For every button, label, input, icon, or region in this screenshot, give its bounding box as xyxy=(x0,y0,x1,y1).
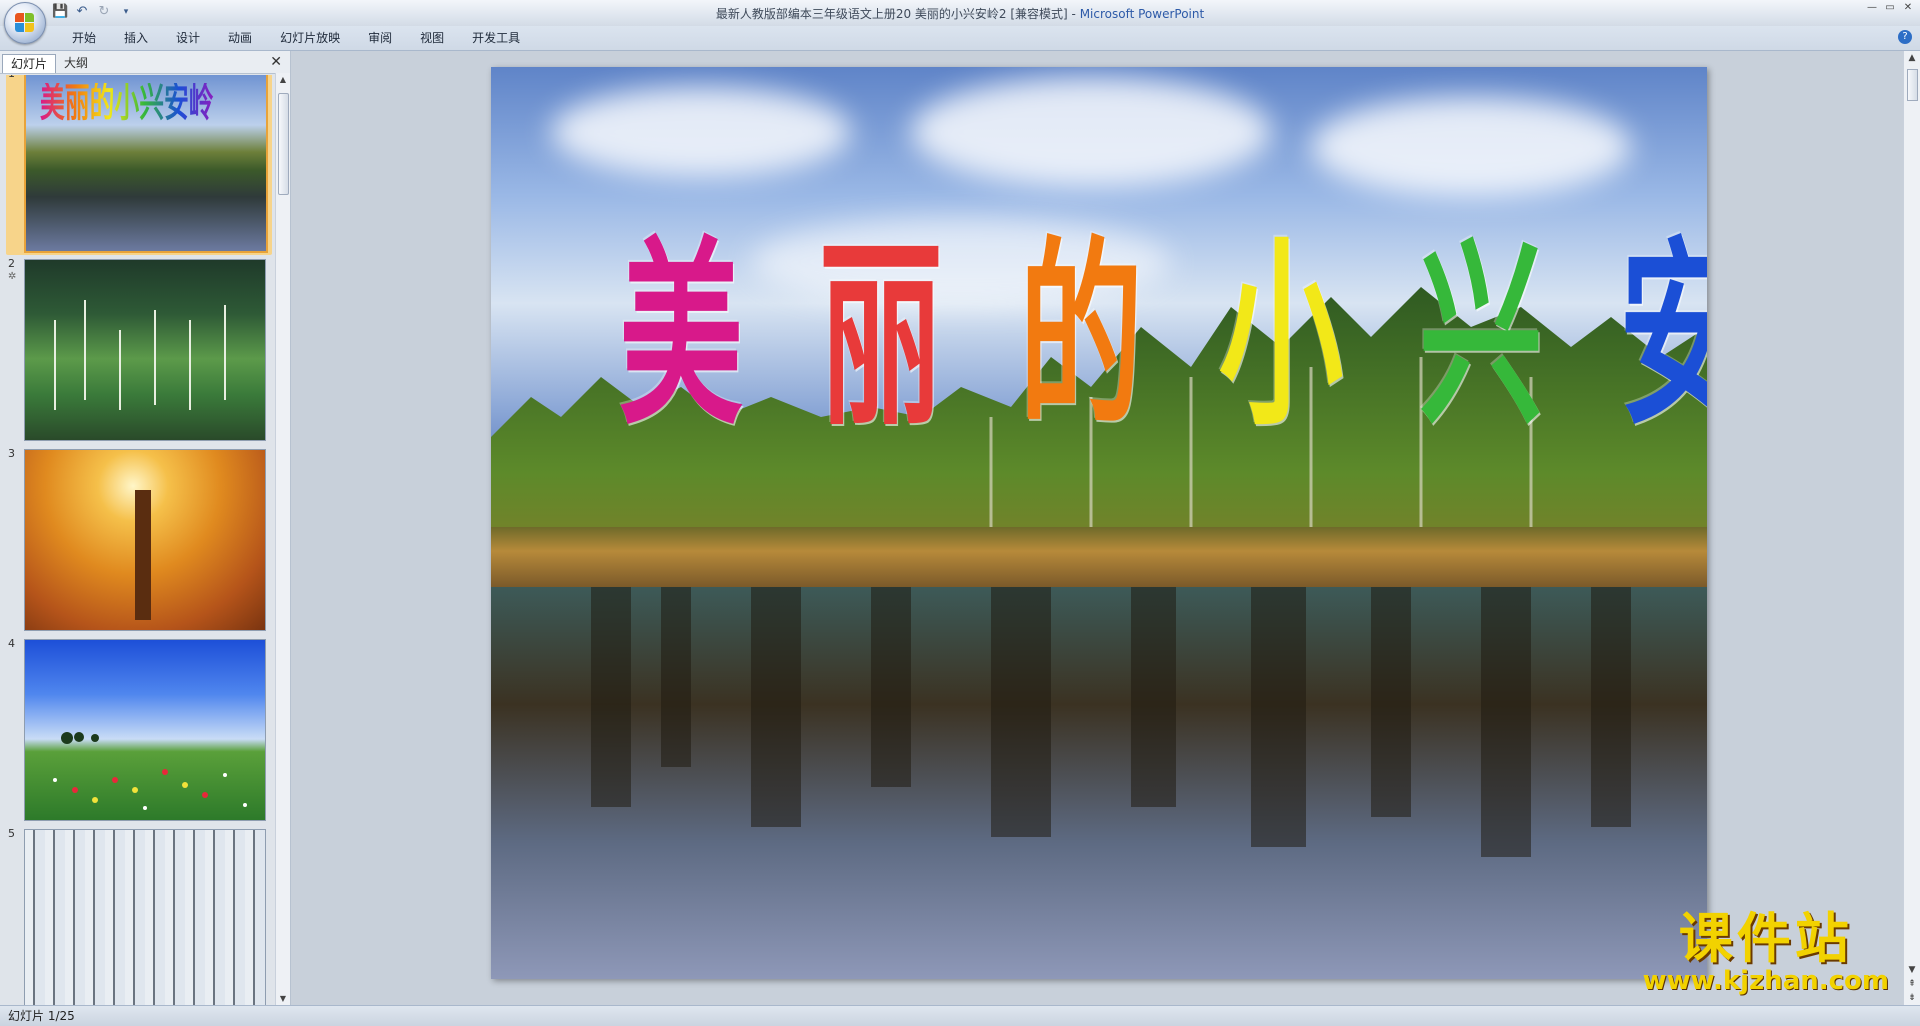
water-reflection xyxy=(591,587,1631,857)
lake-shore xyxy=(491,527,1707,587)
watermark-brand: 课件站 xyxy=(1678,907,1853,970)
slide-panel: 幻灯片 大纲 ✕ 1 美丽的小兴安岭 2 ✲ xyxy=(0,51,291,1005)
watermark-logo: 课件站 www.kjzhan.com xyxy=(1642,907,1889,996)
next-slide-icon[interactable]: ⇟ xyxy=(1904,993,1920,1003)
window-title: 最新人教版部编本三年级语文上册20 美丽的小兴安岭2 [兼容模式] - Micr… xyxy=(0,5,1920,22)
slide-number: 5 xyxy=(8,827,15,840)
ribbon-tabs: 开始 插入 设计 动画 幻灯片放映 审阅 视图 开发工具 xyxy=(58,30,534,46)
app-name: Microsoft PowerPoint xyxy=(1079,7,1205,21)
thumbnail-list: 1 美丽的小兴安岭 2 ✲ 3 xyxy=(0,75,276,1005)
status-bar: 幻灯片 1/25 xyxy=(0,1005,1920,1026)
tab-review[interactable]: 审阅 xyxy=(354,30,406,46)
thumbnail-slide-3[interactable]: 3 xyxy=(6,447,272,635)
title-char: 小 xyxy=(1219,220,1344,453)
tree-trunk xyxy=(135,490,151,620)
office-logo-icon xyxy=(15,13,35,33)
panel-scrollbar[interactable]: ▲ ▼ xyxy=(275,73,290,1005)
tab-outline[interactable]: 大纲 xyxy=(56,54,96,72)
title-char: 的 xyxy=(1019,220,1144,453)
thumbnail-image: 美丽的小兴安岭 xyxy=(24,75,268,253)
watermark-url: www.kjzhan.com xyxy=(1642,966,1889,996)
window-controls: — ▭ ✕ xyxy=(1864,2,1916,14)
flower-field-illustration xyxy=(53,732,247,810)
office-button[interactable] xyxy=(4,2,46,44)
tab-slides[interactable]: 幻灯片 xyxy=(2,54,57,73)
cloud-shape xyxy=(551,87,851,177)
slide-number: 4 xyxy=(8,637,15,650)
thumbnail-image xyxy=(24,829,266,1005)
thumbnail-image xyxy=(24,259,266,441)
minimize-icon[interactable]: — xyxy=(1864,2,1880,14)
scroll-down-icon[interactable]: ▼ xyxy=(276,994,290,1003)
title-separator: - xyxy=(1067,7,1080,21)
thumbnail-slide-4[interactable]: 4 xyxy=(6,637,272,825)
slide-number: 3 xyxy=(8,447,15,460)
title-char: 美 xyxy=(619,220,744,453)
thumbnail-title: 美丽的小兴安岭 xyxy=(40,80,214,126)
thumbnail-slide-2[interactable]: 2 ✲ xyxy=(6,257,272,445)
scrollbar-thumb[interactable] xyxy=(278,93,289,195)
scrollbar-thumb[interactable] xyxy=(1907,69,1918,101)
restore-icon[interactable]: ▭ xyxy=(1882,2,1898,14)
current-slide[interactable]: 美 丽 的 小 兴 安 岭 xyxy=(491,67,1707,979)
cloud-shape xyxy=(911,77,1271,187)
slide-editor: 美 丽 的 小 兴 安 岭 课件站 www.kjzhan.com xyxy=(291,51,1903,1005)
close-panel-icon[interactable]: ✕ xyxy=(270,53,282,71)
thumbnail-slide-1[interactable]: 1 美丽的小兴安岭 xyxy=(6,75,272,255)
scroll-down-icon[interactable]: ▼ xyxy=(1904,965,1920,975)
title-char: 安 xyxy=(1619,237,1707,437)
panel-tabs: 幻灯片 大纲 ✕ xyxy=(0,51,290,74)
animation-mark-icon: ✲ xyxy=(8,271,17,282)
slide-number: 2 xyxy=(8,257,15,270)
tab-view[interactable]: 视图 xyxy=(406,30,458,46)
document-title: 最新人教版部编本三年级语文上册20 美丽的小兴安岭2 [兼容模式] xyxy=(715,7,1068,21)
forest-illustration xyxy=(54,300,226,410)
title-bar: 💾 ↶ ↻ ▾ 最新人教版部编本三年级语文上册20 美丽的小兴安岭2 [兼容模式… xyxy=(0,0,1920,44)
thumbnail-image xyxy=(24,449,266,631)
tab-animations[interactable]: 动画 xyxy=(214,30,266,46)
ribbon: 开始 插入 设计 动画 幻灯片放映 审阅 视图 开发工具 ? xyxy=(0,26,1920,51)
help-icon[interactable]: ? xyxy=(1898,30,1912,44)
scroll-up-icon[interactable]: ▲ xyxy=(276,75,290,84)
tab-design[interactable]: 设计 xyxy=(162,30,214,46)
tab-insert[interactable]: 插入 xyxy=(110,30,162,46)
tab-developer[interactable]: 开发工具 xyxy=(458,30,534,46)
slide-title[interactable]: 美 丽 的 小 兴 安 岭 xyxy=(581,197,1707,477)
editor-scrollbar[interactable]: ▲ ▼ ⇞ ⇟ xyxy=(1903,51,1920,1005)
tab-slideshow[interactable]: 幻灯片放映 xyxy=(266,30,354,46)
thumbnail-image xyxy=(24,639,266,821)
close-window-icon[interactable]: ✕ xyxy=(1900,2,1916,14)
previous-slide-icon[interactable]: ⇞ xyxy=(1904,979,1920,989)
slide-indicator: 幻灯片 1/25 xyxy=(8,1009,75,1023)
tab-home[interactable]: 开始 xyxy=(58,30,110,46)
slide-number: 1 xyxy=(8,75,15,80)
title-char: 兴 xyxy=(1419,220,1544,453)
thumbnail-slide-5[interactable]: 5 xyxy=(6,827,272,1005)
title-char: 丽 xyxy=(819,220,944,453)
cloud-shape xyxy=(1311,97,1631,197)
scroll-up-icon[interactable]: ▲ xyxy=(1904,53,1920,63)
